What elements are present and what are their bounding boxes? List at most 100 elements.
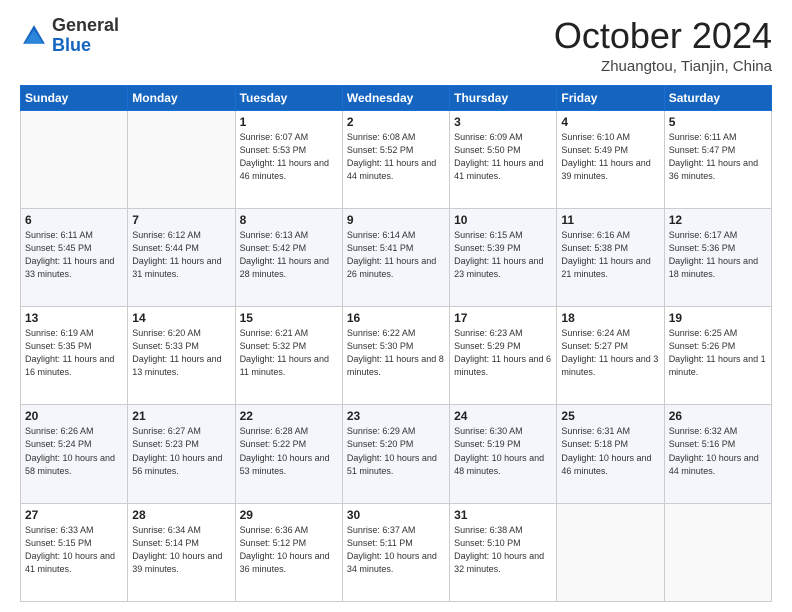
col-thursday: Thursday (450, 85, 557, 110)
table-row: 21 Sunrise: 6:27 AM Sunset: 5:23 PM Dayli… (128, 405, 235, 503)
table-row: 25Sunrise: 6:31 AM Sunset: 5:18 PM Dayli… (557, 405, 664, 503)
calendar-week-row: 20 Sunrise: 6:26 AM Sunset: 5:24 PM Dayli… (21, 405, 772, 503)
day-number: 5 (669, 115, 767, 129)
table-row: 22 Sunrise: 6:28 AM Sunset: 5:22 PM Dayli… (235, 405, 342, 503)
table-row: 2Sunrise: 6:08 AM Sunset: 5:52 PM Daylig… (342, 110, 449, 208)
table-row: 6Sunrise: 6:11 AM Sunset: 5:45 PM Daylig… (21, 208, 128, 306)
table-row: 3Sunrise: 6:09 AM Sunset: 5:50 PM Daylig… (450, 110, 557, 208)
table-row: 4Sunrise: 6:10 AM Sunset: 5:49 PM Daylig… (557, 110, 664, 208)
day-info: Sunrise: 6:13 AM Sunset: 5:42 PM Dayligh… (240, 229, 338, 281)
col-friday: Friday (557, 85, 664, 110)
logo: General Blue (20, 16, 119, 56)
subtitle: Zhuangtou, Tianjin, China (554, 58, 772, 75)
calendar-week-row: 13Sunrise: 6:19 AM Sunset: 5:35 PM Dayli… (21, 307, 772, 405)
calendar-week-row: 6Sunrise: 6:11 AM Sunset: 5:45 PM Daylig… (21, 208, 772, 306)
day-number: 8 (240, 213, 338, 227)
day-number: 26 (669, 409, 767, 423)
table-row (21, 110, 128, 208)
day-info: Sunrise: 6:20 AM Sunset: 5:33 PM Dayligh… (132, 327, 230, 379)
day-number: 18 (561, 311, 659, 325)
day-info: Sunrise: 6:32 AM Sunset: 5:16 PM Dayligh… (669, 425, 767, 477)
col-monday: Monday (128, 85, 235, 110)
table-row: 10 Sunrise: 6:15 AM Sunset: 5:39 PM Dayli… (450, 208, 557, 306)
day-info: Sunrise: 6:33 AM Sunset: 5:15 PM Dayligh… (25, 524, 123, 576)
day-number: 1 (240, 115, 338, 129)
day-number: 9 (347, 213, 445, 227)
col-wednesday: Wednesday (342, 85, 449, 110)
day-info: Sunrise: 6:29 AM Sunset: 5:20 PM Dayligh… (347, 425, 445, 477)
day-number: 29 (240, 508, 338, 522)
table-row: 16 Sunrise: 6:22 AM Sunset: 5:30 PM Dayli… (342, 307, 449, 405)
day-info: Sunrise: 6:24 AM Sunset: 5:27 PM Dayligh… (561, 327, 659, 379)
table-row: 29 Sunrise: 6:36 AM Sunset: 5:12 PM Dayli… (235, 503, 342, 601)
table-row: 8 Sunrise: 6:13 AM Sunset: 5:42 PM Daylig… (235, 208, 342, 306)
table-row: 15Sunrise: 6:21 AM Sunset: 5:32 PM Dayli… (235, 307, 342, 405)
table-row: 7 Sunrise: 6:12 AM Sunset: 5:44 PM Daylig… (128, 208, 235, 306)
table-row (664, 503, 771, 601)
calendar-week-row: 27 Sunrise: 6:33 AM Sunset: 5:15 PM Dayli… (21, 503, 772, 601)
day-info: Sunrise: 6:36 AM Sunset: 5:12 PM Dayligh… (240, 524, 338, 576)
day-number: 19 (669, 311, 767, 325)
day-number: 11 (561, 213, 659, 227)
day-info: Sunrise: 6:23 AM Sunset: 5:29 PM Dayligh… (454, 327, 552, 379)
col-sunday: Sunday (21, 85, 128, 110)
day-info: Sunrise: 6:22 AM Sunset: 5:30 PM Dayligh… (347, 327, 445, 379)
day-number: 22 (240, 409, 338, 423)
day-info: Sunrise: 6:15 AM Sunset: 5:39 PM Dayligh… (454, 229, 552, 281)
table-row: 23 Sunrise: 6:29 AM Sunset: 5:20 PM Dayli… (342, 405, 449, 503)
table-row: 11 Sunrise: 6:16 AM Sunset: 5:38 PM Dayli… (557, 208, 664, 306)
day-number: 17 (454, 311, 552, 325)
logo-general: General (52, 15, 119, 35)
table-row: 27 Sunrise: 6:33 AM Sunset: 5:15 PM Dayli… (21, 503, 128, 601)
col-saturday: Saturday (664, 85, 771, 110)
logo-icon (20, 22, 48, 50)
table-row: 19 Sunrise: 6:25 AM Sunset: 5:26 PM Dayli… (664, 307, 771, 405)
day-info: Sunrise: 6:11 AM Sunset: 5:47 PM Dayligh… (669, 131, 767, 183)
table-row: 13Sunrise: 6:19 AM Sunset: 5:35 PM Dayli… (21, 307, 128, 405)
day-number: 30 (347, 508, 445, 522)
table-row (557, 503, 664, 601)
day-info: Sunrise: 6:38 AM Sunset: 5:10 PM Dayligh… (454, 524, 552, 576)
day-info: Sunrise: 6:08 AM Sunset: 5:52 PM Dayligh… (347, 131, 445, 183)
day-info: Sunrise: 6:17 AM Sunset: 5:36 PM Dayligh… (669, 229, 767, 281)
table-row: 18 Sunrise: 6:24 AM Sunset: 5:27 PM Dayli… (557, 307, 664, 405)
day-number: 25 (561, 409, 659, 423)
table-row: 30Sunrise: 6:37 AM Sunset: 5:11 PM Dayli… (342, 503, 449, 601)
col-tuesday: Tuesday (235, 85, 342, 110)
day-info: Sunrise: 6:16 AM Sunset: 5:38 PM Dayligh… (561, 229, 659, 281)
day-number: 24 (454, 409, 552, 423)
table-row: 24 Sunrise: 6:30 AM Sunset: 5:19 PM Dayli… (450, 405, 557, 503)
day-info: Sunrise: 6:21 AM Sunset: 5:32 PM Dayligh… (240, 327, 338, 379)
day-info: Sunrise: 6:09 AM Sunset: 5:50 PM Dayligh… (454, 131, 552, 183)
header: General Blue October 2024 Zhuangtou, Tia… (20, 16, 772, 75)
table-row: 14Sunrise: 6:20 AM Sunset: 5:33 PM Dayli… (128, 307, 235, 405)
day-number: 23 (347, 409, 445, 423)
table-row (128, 110, 235, 208)
day-number: 27 (25, 508, 123, 522)
day-info: Sunrise: 6:28 AM Sunset: 5:22 PM Dayligh… (240, 425, 338, 477)
day-info: Sunrise: 6:12 AM Sunset: 5:44 PM Dayligh… (132, 229, 230, 281)
month-title: October 2024 (554, 16, 772, 56)
day-number: 21 (132, 409, 230, 423)
page: General Blue October 2024 Zhuangtou, Tia… (0, 0, 792, 612)
day-info: Sunrise: 6:30 AM Sunset: 5:19 PM Dayligh… (454, 425, 552, 477)
calendar-table: Sunday Monday Tuesday Wednesday Thursday… (20, 85, 772, 602)
day-info: Sunrise: 6:26 AM Sunset: 5:24 PM Dayligh… (25, 425, 123, 477)
day-number: 16 (347, 311, 445, 325)
day-number: 28 (132, 508, 230, 522)
table-row: 1Sunrise: 6:07 AM Sunset: 5:53 PM Daylig… (235, 110, 342, 208)
title-block: October 2024 Zhuangtou, Tianjin, China (554, 16, 772, 75)
day-number: 6 (25, 213, 123, 227)
day-info: Sunrise: 6:14 AM Sunset: 5:41 PM Dayligh… (347, 229, 445, 281)
day-info: Sunrise: 6:10 AM Sunset: 5:49 PM Dayligh… (561, 131, 659, 183)
table-row: 9 Sunrise: 6:14 AM Sunset: 5:41 PM Daylig… (342, 208, 449, 306)
day-number: 20 (25, 409, 123, 423)
table-row: 28Sunrise: 6:34 AM Sunset: 5:14 PM Dayli… (128, 503, 235, 601)
logo-text: General Blue (52, 16, 119, 56)
day-info: Sunrise: 6:27 AM Sunset: 5:23 PM Dayligh… (132, 425, 230, 477)
day-number: 10 (454, 213, 552, 227)
day-info: Sunrise: 6:25 AM Sunset: 5:26 PM Dayligh… (669, 327, 767, 379)
day-number: 7 (132, 213, 230, 227)
table-row: 12Sunrise: 6:17 AM Sunset: 5:36 PM Dayli… (664, 208, 771, 306)
day-number: 31 (454, 508, 552, 522)
